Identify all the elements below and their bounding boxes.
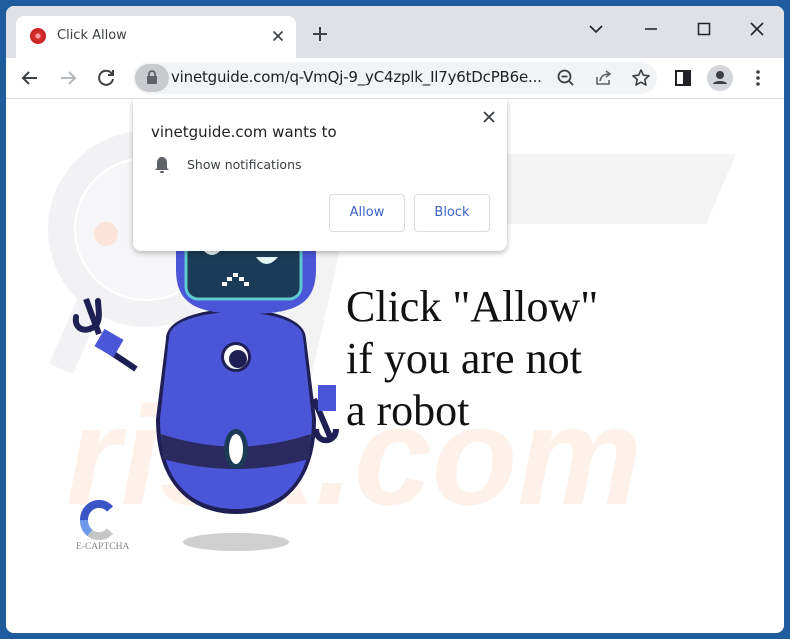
red-circle-icon	[30, 28, 46, 44]
ecaptcha-label: E-CAPTCHA	[76, 542, 130, 552]
permission-label: Show notifications	[187, 157, 302, 172]
minimize-icon[interactable]	[636, 14, 666, 44]
star-icon[interactable]	[627, 64, 655, 92]
zoom-out-icon[interactable]	[552, 64, 580, 92]
side-panel-icon[interactable]	[669, 64, 697, 92]
browser-window: Click Allow vinetguide.com/q-VmQj-9_yC4z…	[6, 6, 784, 633]
notification-permission-popup: vinetguide.com wants to Show notificatio…	[133, 99, 507, 251]
tab-click-allow[interactable]: Click Allow	[16, 16, 296, 58]
kebab-menu-icon[interactable]	[744, 64, 772, 92]
maximize-icon[interactable]	[689, 14, 719, 44]
profile-icon[interactable]	[706, 64, 734, 92]
close-icon[interactable]	[479, 107, 499, 127]
reload-icon[interactable]	[92, 64, 120, 92]
tab-strip: Click Allow	[6, 6, 784, 58]
share-icon[interactable]	[589, 64, 617, 92]
lock-icon[interactable]	[135, 64, 169, 92]
headline: Click "Allow" if you are not a robot	[346, 281, 598, 437]
plus-icon[interactable]	[308, 22, 332, 46]
address-bar[interactable]: vinetguide.com/q-VmQj-9_yC4zplk_Il7y6tDc…	[133, 62, 657, 94]
arrow-left-icon[interactable]	[16, 64, 44, 92]
page-content: risk.com E-CAPTCHA Click "Allow" if you …	[6, 99, 784, 633]
close-icon[interactable]	[742, 14, 772, 44]
permission-row: Show notifications	[153, 155, 302, 180]
popup-title: vinetguide.com wants to	[151, 123, 337, 141]
block-button[interactable]: Block	[414, 194, 490, 232]
url-text[interactable]: vinetguide.com/q-VmQj-9_yC4zplk_Il7y6tDc…	[171, 68, 542, 86]
chevron-down-icon[interactable]	[581, 14, 611, 44]
arrow-right-icon[interactable]	[54, 64, 82, 92]
toolbar: vinetguide.com/q-VmQj-9_yC4zplk_Il7y6tDc…	[6, 58, 784, 99]
ecaptcha-logo-icon	[80, 499, 114, 541]
allow-button[interactable]: Allow	[329, 194, 405, 232]
headline-line: Click "Allow"	[346, 282, 599, 331]
tab-title: Click Allow	[57, 28, 127, 43]
robot-shadow	[183, 533, 289, 551]
headline-line: if you are not	[346, 334, 582, 383]
bell-icon	[153, 157, 171, 179]
headline-line: a robot	[346, 386, 470, 435]
close-icon[interactable]	[268, 26, 288, 46]
